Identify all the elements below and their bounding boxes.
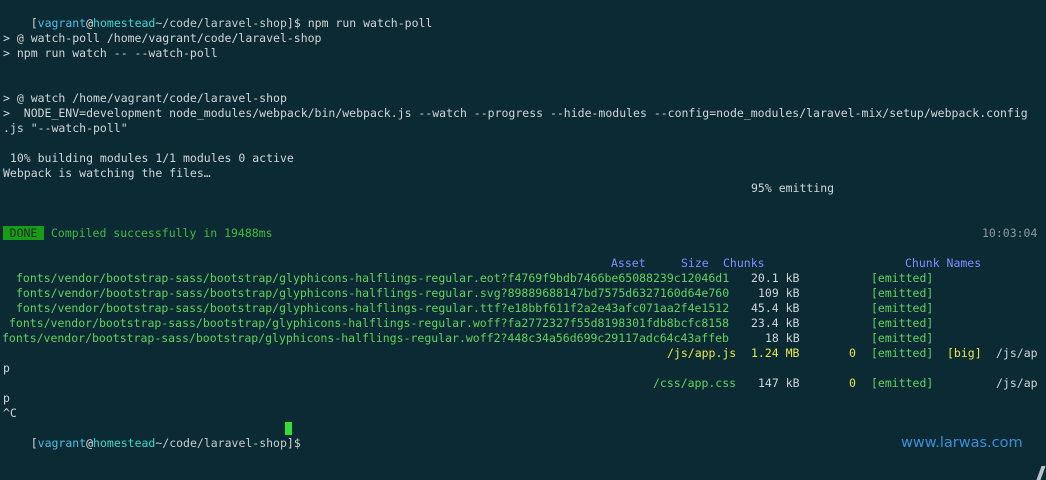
prompt-line-2[interactable]: [vagrant@homestead~/code/laravel-shop]$ xyxy=(3,421,403,450)
prompt-symbol: $ xyxy=(293,16,308,30)
asset-status: [emitted] xyxy=(871,301,934,315)
progress-emitting: 95% emitting xyxy=(751,181,835,195)
asset-chunk-name: /js/ap xyxy=(996,346,1038,360)
prompt-bracket-open: [ xyxy=(30,436,38,450)
table-row: fonts/vendor/bootstrap-sass/bootstrap/gl… xyxy=(0,331,1046,346)
done-line: DONE Compiled successfully in 19488ms 10… xyxy=(3,226,1043,241)
header-chunks: Chunks xyxy=(723,256,765,270)
table-row: /css/app.css 147 kB 0 [emitted] /js/ap xyxy=(0,376,1046,391)
watermark: www.larwas.com xyxy=(901,435,1023,451)
prompt-at: @ xyxy=(86,16,94,30)
terminal-window[interactable]: [vagrant@homestead~/code/laravel-shop]$ … xyxy=(0,0,1046,480)
prompt-host: homestead xyxy=(93,16,156,30)
asset-size: 1.24 MB xyxy=(751,346,800,360)
prompt-symbol: $ xyxy=(293,436,308,450)
scrollbar[interactable] xyxy=(1036,466,1046,480)
prompt-bracket-close: ] xyxy=(286,436,294,450)
asset-chunks: 0 xyxy=(849,346,856,360)
table-row: fonts/vendor/bootstrap-sass/bootstrap/gl… xyxy=(0,316,1046,331)
asset-status: [emitted] xyxy=(871,331,934,345)
asset-status: [emitted] xyxy=(871,316,934,330)
asset-name: fonts/vendor/bootstrap-sass/bootstrap/gl… xyxy=(16,286,730,300)
ctrl-c-line: ^C xyxy=(3,406,17,420)
prompt-user: vagrant xyxy=(37,436,87,450)
progress-line: 10% building modules 1/1 modules 0 activ… xyxy=(3,151,294,165)
prompt-bracket-close: ] xyxy=(286,16,294,30)
header-size: Size xyxy=(681,256,709,270)
asset-size: 20.1 kB xyxy=(751,271,800,285)
asset-status: [emitted] xyxy=(871,376,934,390)
wrapped-line: p xyxy=(3,391,10,405)
prompt-user: vagrant xyxy=(37,16,87,30)
asset-status: [emitted] xyxy=(871,286,934,300)
webpack-watching-line: Webpack is watching the files… xyxy=(3,166,211,180)
asset-name: /js/app.js xyxy=(667,346,737,360)
table-row: fonts/vendor/bootstrap-sass/bootstrap/gl… xyxy=(0,271,1046,286)
done-badge: DONE xyxy=(3,226,44,240)
prompt-path: ~/code/laravel-shop xyxy=(155,436,287,450)
prompt-host: homestead xyxy=(93,436,156,450)
asset-chunks: 0 xyxy=(849,376,856,390)
scrollbar-thumb-icon[interactable] xyxy=(1036,466,1046,480)
asset-status: [emitted] xyxy=(871,271,934,285)
output-line: > npm run watch -- --watch-poll xyxy=(3,46,218,60)
asset-size: 23.4 kB xyxy=(751,316,800,330)
prompt-at: @ xyxy=(86,436,94,450)
prompt-line-1: [vagrant@homestead~/code/laravel-shop]$ … xyxy=(3,1,433,30)
prompt-bracket-open: [ xyxy=(30,16,38,30)
asset-table-header: Asset Size Chunks Chunk Names xyxy=(0,256,1046,271)
wrapped-line: p xyxy=(3,361,10,375)
compiled-message: Compiled successfully in 19488ms xyxy=(51,226,273,240)
prompt-path: ~/code/laravel-shop xyxy=(155,16,287,30)
asset-size: 147 kB xyxy=(758,376,800,390)
asset-name: fonts/vendor/bootstrap-sass/bootstrap/gl… xyxy=(16,301,730,315)
output-line: > @ watch-poll /home/vagrant/code/larave… xyxy=(3,31,322,45)
command-text: npm run watch-poll xyxy=(307,16,433,30)
block-cursor-icon[interactable] xyxy=(285,422,292,435)
asset-name: fonts/vendor/bootstrap-sass/bootstrap/gl… xyxy=(9,316,730,330)
asset-size: 45.4 kB xyxy=(751,301,800,315)
asset-size: 109 kB xyxy=(758,286,800,300)
asset-name: fonts/vendor/bootstrap-sass/bootstrap/gl… xyxy=(2,331,729,345)
table-row: fonts/vendor/bootstrap-sass/bootstrap/gl… xyxy=(0,286,1046,301)
output-line: > NODE_ENV=development node_modules/webp… xyxy=(3,106,1028,120)
timestamp: 10:03:04 xyxy=(982,226,1038,240)
asset-flag: [big] xyxy=(947,346,982,360)
asset-size: 18 kB xyxy=(765,331,800,345)
asset-name: fonts/vendor/bootstrap-sass/bootstrap/gl… xyxy=(16,271,730,285)
asset-name: /css/app.css xyxy=(653,376,737,390)
table-row: /js/app.js 1.24 MB 0 [emitted] [big] /js… xyxy=(0,346,1046,361)
output-line: .js "--watch-poll" xyxy=(3,121,128,135)
table-row: fonts/vendor/bootstrap-sass/bootstrap/gl… xyxy=(0,301,1046,316)
header-chunk-names: Chunk Names xyxy=(905,256,982,270)
asset-status: [emitted] xyxy=(871,346,934,360)
asset-chunk-name: /js/ap xyxy=(996,376,1038,390)
header-asset: Asset xyxy=(611,256,646,270)
output-line: > @ watch /home/vagrant/code/laravel-sho… xyxy=(3,91,287,105)
